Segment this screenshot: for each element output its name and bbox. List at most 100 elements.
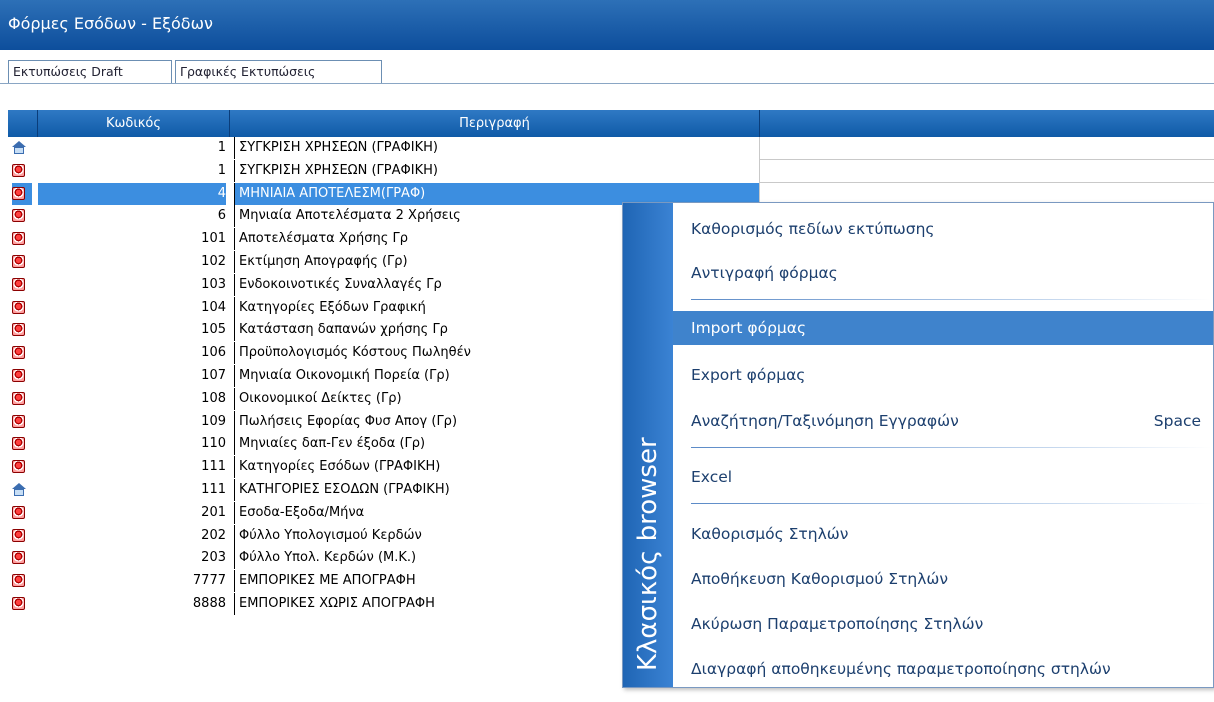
- gift-icon: [12, 232, 25, 246]
- header-icon-column[interactable]: [8, 110, 38, 137]
- row-code: 6: [217, 208, 226, 224]
- row-icon-cell: [12, 228, 32, 250]
- row-description: ΣΥΓΚΡΙΣΗ ΧΡΗΣΕΩΝ (ΓΡΑΦΙΚΗ): [234, 137, 759, 159]
- gift-icon: [12, 277, 25, 291]
- header-code[interactable]: Κωδικός: [38, 110, 230, 137]
- menu-item-search-sort[interactable]: Αναζήτηση/Ταξινόμηση Εγγραφών Space: [673, 404, 1213, 438]
- row-icon-cell: [12, 570, 32, 592]
- tab-strip: Εκτυπώσεις Draft Γραφικές Εκτυπώσεις: [0, 50, 1214, 90]
- row-code: 8888: [192, 595, 226, 611]
- menu-item-label: Καθορισμός Στηλών: [691, 525, 849, 543]
- row-icon-cell: [12, 411, 32, 433]
- row-code: 203: [201, 550, 226, 566]
- header-description[interactable]: Περιγραφή: [230, 110, 760, 137]
- row-icon-cell: [12, 388, 32, 410]
- row-icon-cell: [12, 137, 32, 159]
- menu-item-save-columns[interactable]: Αποθήκευση Καθορισμού Στηλών: [673, 562, 1213, 596]
- gift-icon: [12, 368, 25, 382]
- row-code: 111: [201, 481, 226, 497]
- row-icon-cell: [12, 205, 32, 227]
- row-empty-cell: [759, 137, 1214, 160]
- context-menu: Κλασικός browser Καθορισμός πεδίων εκτύπ…: [622, 202, 1214, 688]
- menu-item-shortcut: Space: [1153, 412, 1201, 430]
- menu-item-label: Διαγραφή αποθηκευμένης παραμετροποίησης …: [691, 660, 1111, 678]
- row-code: 109: [201, 413, 226, 429]
- row-icon-cell: [12, 593, 32, 615]
- menu-item-label: Import φόρμας: [691, 319, 807, 337]
- row-code: 103: [201, 276, 226, 292]
- row-icon-cell: [12, 251, 32, 273]
- row-code: 111: [201, 459, 226, 475]
- menu-item-export-form[interactable]: Export φόρμας: [673, 358, 1213, 392]
- menu-item-label: Excel: [691, 468, 733, 486]
- row-icon-cell: [12, 274, 32, 296]
- row-code: 107: [201, 367, 226, 383]
- menu-separator: [691, 503, 1211, 504]
- menu-item-label: Ακύρωση Παραμετροποίησης Στηλών: [691, 615, 984, 633]
- row-empty-cell: [759, 159, 1214, 183]
- gift-icon: [12, 186, 25, 200]
- menu-item-cancel-column-settings[interactable]: Ακύρωση Παραμετροποίησης Στηλών: [673, 607, 1213, 641]
- row-code: 108: [201, 390, 226, 406]
- menu-item-copy-form[interactable]: Αντιγραφή φόρμας: [673, 256, 1213, 290]
- tab-divider: [0, 83, 1214, 84]
- row-code: 110: [201, 436, 226, 452]
- row-code: 201: [201, 504, 226, 520]
- gift-icon: [12, 505, 25, 519]
- row-code: 4: [38, 182, 226, 205]
- row-icon-cell: [12, 182, 32, 205]
- row-code: 104: [201, 299, 226, 315]
- row-description: ΣΥΓΚΡΙΣΗ ΧΡΗΣΕΩΝ (ΓΡΑΦΙΚΗ): [234, 159, 759, 182]
- menu-separator: [691, 447, 1211, 448]
- menu-item-label: Καθορισμός πεδίων εκτύπωσης: [691, 220, 935, 238]
- gift-icon: [12, 528, 25, 542]
- row-icon-cell: [12, 525, 32, 547]
- menu-item-label: Export φόρμας: [691, 366, 806, 384]
- menu-item-excel[interactable]: Excel: [673, 460, 1213, 494]
- row-icon-cell: [12, 502, 32, 524]
- row-icon-cell: [12, 547, 32, 569]
- row-code: 101: [201, 231, 226, 247]
- gift-icon: [12, 437, 25, 451]
- gift-icon: [12, 300, 25, 314]
- menu-item-import-form[interactable]: Import φόρμας: [673, 311, 1213, 345]
- window-title: Φόρμες Εσόδων - Εξόδων: [8, 14, 213, 33]
- menu-item-label: Αποθήκευση Καθορισμού Στηλών: [691, 570, 949, 588]
- row-icon-cell: [12, 456, 32, 478]
- home-icon: [12, 141, 26, 154]
- gift-icon: [12, 254, 25, 268]
- row-icon-cell: [12, 365, 32, 387]
- menu-side-banner: Κλασικός browser: [623, 203, 673, 687]
- menu-item-label: Αναζήτηση/Ταξινόμηση Εγγραφών: [691, 412, 959, 430]
- row-code: 105: [201, 322, 226, 338]
- gift-icon: [12, 574, 25, 588]
- table-row[interactable]: 1 ΣΥΓΚΡΙΣΗ ΧΡΗΣΕΩΝ (ΓΡΑΦΙΚΗ): [8, 159, 1214, 183]
- tab-graphic-prints[interactable]: Γραφικές Εκτυπώσεις: [175, 60, 382, 84]
- menu-item-delete-saved-column-settings[interactable]: Διαγραφή αποθηκευμένης παραμετροποίησης …: [673, 652, 1213, 686]
- menu-side-label: Κλασικός browser: [633, 437, 663, 671]
- tab-draft-prints[interactable]: Εκτυπώσεις Draft: [8, 60, 172, 84]
- row-icon-cell: [12, 297, 32, 319]
- row-code: 102: [201, 253, 226, 269]
- row-code: 106: [201, 345, 226, 361]
- menu-item-define-print-fields[interactable]: Καθορισμός πεδίων εκτύπωσης: [673, 212, 1213, 246]
- menu-item-label: Αντιγραφή φόρμας: [691, 264, 838, 282]
- row-icon-cell: [12, 319, 32, 341]
- title-bar: Φόρμες Εσόδων - Εξόδων: [0, 0, 1214, 50]
- gift-icon: [12, 414, 25, 428]
- row-icon-cell: [12, 479, 32, 501]
- gift-icon: [12, 551, 25, 565]
- gift-icon: [12, 596, 25, 610]
- row-code: 1: [217, 162, 226, 178]
- gift-icon: [12, 209, 25, 223]
- row-icon-cell: [12, 160, 32, 182]
- gift-icon: [12, 346, 25, 360]
- table-row[interactable]: 1 ΣΥΓΚΡΙΣΗ ΧΡΗΣΕΩΝ (ΓΡΑΦΙΚΗ): [8, 137, 1214, 160]
- row-icon-cell: [12, 433, 32, 455]
- row-code: 7777: [192, 573, 226, 589]
- menu-separator: [691, 299, 1211, 300]
- gift-icon: [12, 460, 25, 474]
- gift-icon: [12, 323, 25, 337]
- gift-icon: [12, 391, 25, 405]
- menu-item-define-columns[interactable]: Καθορισμός Στηλών: [673, 517, 1213, 551]
